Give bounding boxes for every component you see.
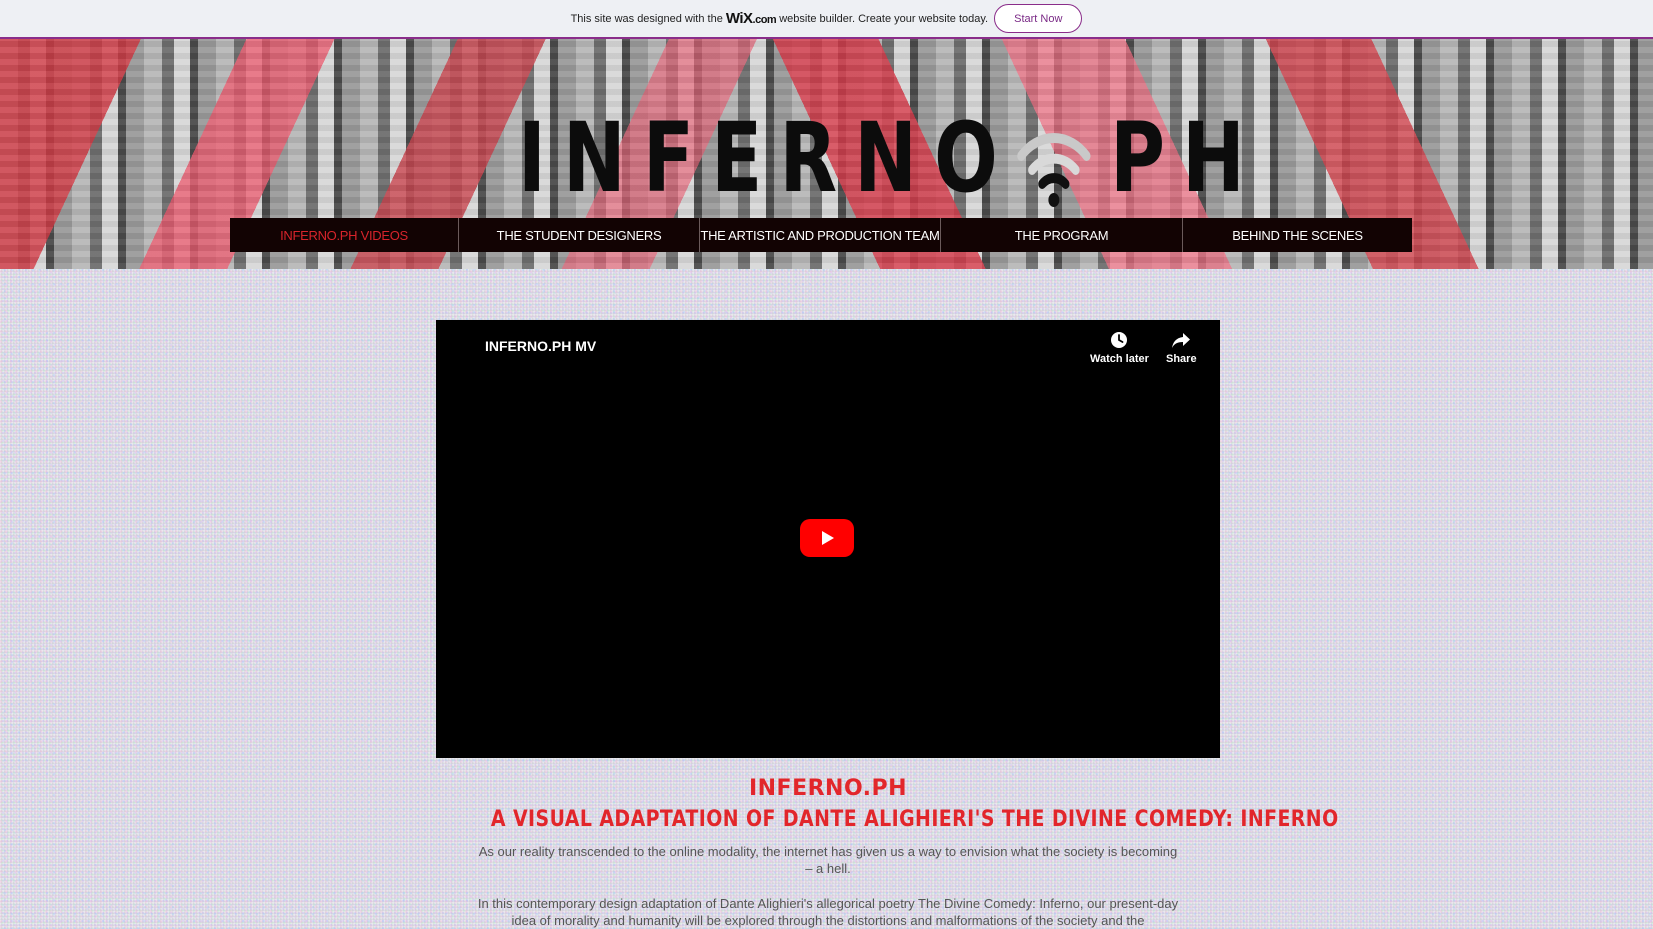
- share-icon: [1172, 333, 1191, 348]
- watch-later-label: Watch later: [1090, 353, 1149, 365]
- wix-banner-text-before: This site was designed with the: [570, 12, 723, 25]
- wix-banner: This site was designed with the WiX.com …: [0, 0, 1653, 39]
- logo-text-right: PH: [1110, 102, 1262, 214]
- wifi-icon: [1015, 108, 1093, 208]
- wix-logo[interactable]: WiX.com: [726, 10, 777, 27]
- main-nav: INFERNO.PH VIDEOS THE STUDENT DESIGNERS …: [230, 218, 1412, 252]
- nav-item-inferno-videos[interactable]: INFERNO.PH VIDEOS: [230, 218, 458, 252]
- description-paragraph: In this contemporary design adaptation o…: [477, 896, 1179, 928]
- video-player[interactable]: INFERNO.PH MV Watch later Share: [436, 320, 1220, 758]
- watch-later-button[interactable]: Watch later: [1090, 331, 1149, 365]
- share-label: Share: [1166, 353, 1197, 365]
- intro-paragraph: As our reality transcended to the online…: [478, 844, 1178, 876]
- nav-item-artistic-production-team[interactable]: THE ARTISTIC AND PRODUCTION TEAM: [699, 218, 940, 252]
- page-heading: INFERNO.PH: [748, 776, 908, 801]
- site-logo[interactable]: INFERNO PH: [518, 102, 1262, 214]
- video-title[interactable]: INFERNO.PH MV: [485, 338, 596, 354]
- start-now-button[interactable]: Start Now: [994, 4, 1083, 33]
- wix-banner-text-after: website builder. Create your website tod…: [779, 12, 989, 25]
- wix-banner-text: This site was designed with the WiX.com …: [571, 10, 989, 27]
- clock-icon: [1111, 332, 1128, 348]
- youtube-play-icon[interactable]: [800, 519, 854, 557]
- page-subheading: A VISUAL ADAPTATION OF DANTE ALIGHIERI'S…: [490, 807, 1339, 832]
- nav-item-behind-the-scenes[interactable]: BEHIND THE SCENES: [1182, 218, 1412, 252]
- nav-item-program[interactable]: THE PROGRAM: [940, 218, 1182, 252]
- nav-item-student-designers[interactable]: THE STUDENT DESIGNERS: [458, 218, 699, 252]
- logo-text-left: INFERNO: [518, 102, 1015, 214]
- share-button[interactable]: Share: [1166, 331, 1197, 365]
